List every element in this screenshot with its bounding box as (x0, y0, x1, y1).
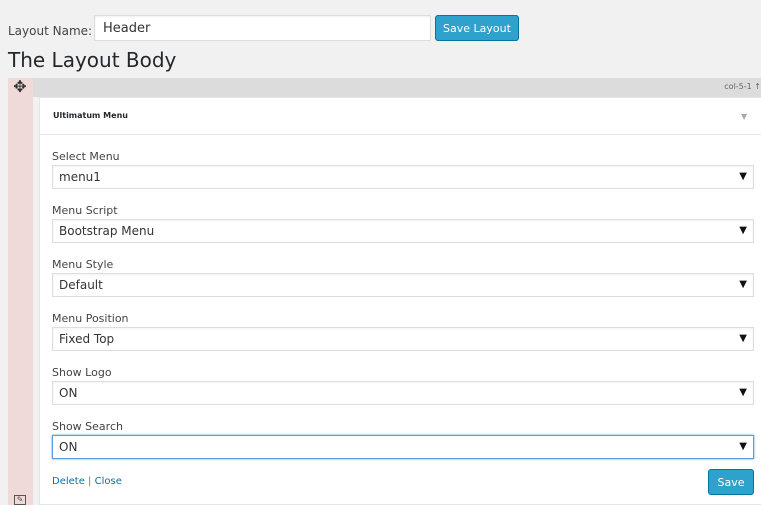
select-arrow-icon: ▼ (739, 225, 747, 236)
menu-script-value: Bootstrap Menu (59, 224, 155, 238)
column-label: col-5-1 ↑ (724, 82, 761, 91)
chevron-down-icon[interactable]: ▼ (741, 112, 747, 121)
link-separator: | (88, 476, 92, 487)
select-menu-label: Select Menu (52, 150, 120, 163)
select-menu-dropdown[interactable]: menu1 ▼ (52, 165, 754, 189)
menu-style-dropdown[interactable]: Default ▼ (52, 273, 754, 297)
show-logo-label: Show Logo (52, 366, 112, 379)
show-search-value: ON (59, 440, 78, 454)
row-drag-strip[interactable] (8, 78, 33, 505)
show-logo-dropdown[interactable]: ON ▼ (52, 381, 754, 405)
menu-style-label: Menu Style (52, 258, 114, 271)
move-icon[interactable]: ✥ (12, 79, 28, 95)
select-arrow-icon: ▼ (739, 279, 747, 290)
select-arrow-icon: ▼ (739, 171, 747, 182)
menu-position-label: Menu Position (52, 312, 129, 325)
menu-style-value: Default (59, 278, 103, 292)
menu-position-value: Fixed Top (59, 332, 115, 346)
layout-name-label: Layout Name: (8, 24, 93, 38)
widget-panel: Ultimatum Menu ▼ Select Menu menu1 ▼ Men… (39, 97, 761, 505)
close-link[interactable]: Close (95, 476, 122, 487)
widget-actions: Delete | Close (52, 476, 122, 487)
select-menu-value: menu1 (59, 170, 101, 184)
menu-script-dropdown[interactable]: Bootstrap Menu ▼ (52, 219, 754, 243)
widget-header[interactable]: Ultimatum Menu ▼ (40, 98, 761, 135)
layout-name-bar: Layout Name: Save Layout (0, 10, 761, 44)
widget-title: Ultimatum Menu (53, 111, 128, 120)
show-search-label: Show Search (52, 420, 123, 433)
page-title: The Layout Body (8, 48, 177, 72)
show-logo-value: ON (59, 386, 78, 400)
column-header: col-5-1 ↑ (33, 78, 761, 97)
menu-script-label: Menu Script (52, 204, 118, 217)
select-arrow-icon: ▼ (739, 387, 747, 398)
delete-link[interactable]: Delete (52, 476, 85, 487)
layout-name-input[interactable] (94, 15, 431, 41)
menu-position-dropdown[interactable]: Fixed Top ▼ (52, 327, 754, 351)
select-arrow-icon: ▼ (739, 441, 747, 452)
select-arrow-icon: ▼ (739, 333, 747, 344)
edit-icon[interactable]: ✎ (14, 495, 26, 505)
show-search-dropdown[interactable]: ON ▼ (52, 435, 754, 459)
save-layout-button[interactable]: Save Layout (435, 15, 519, 41)
save-button[interactable]: Save (708, 469, 754, 495)
